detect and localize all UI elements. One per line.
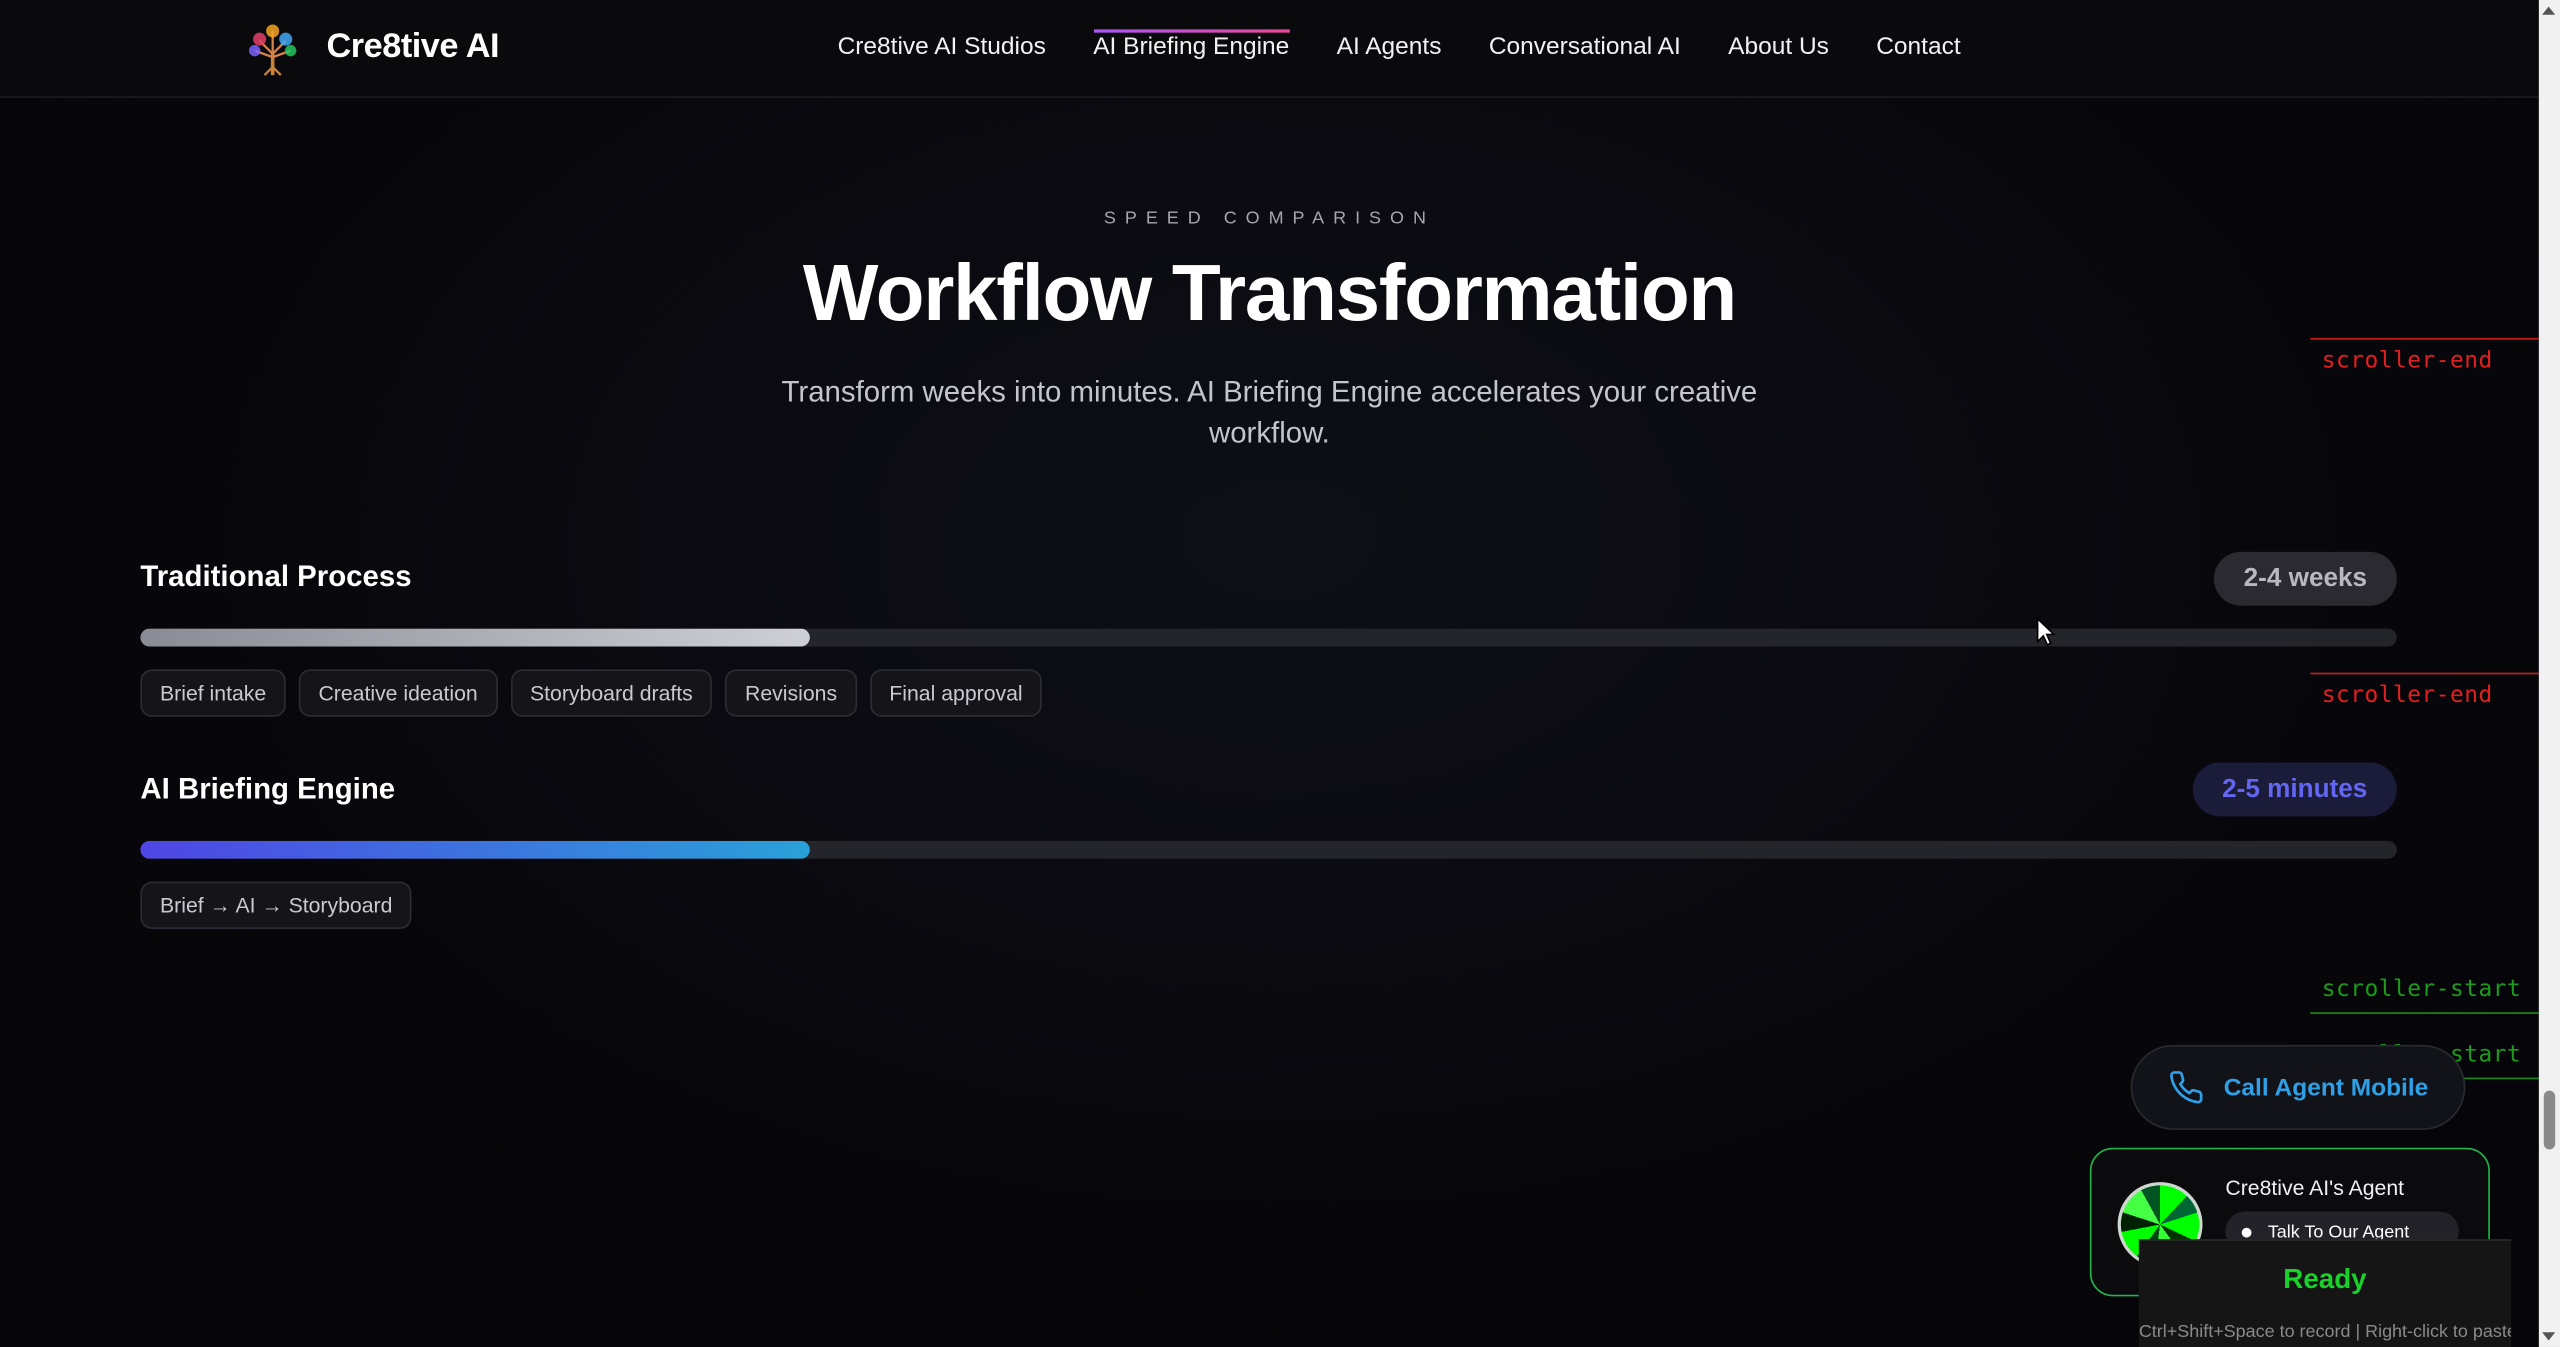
section-title: Workflow Transformation (802, 249, 1737, 338)
tree-logo-icon[interactable] (245, 21, 301, 77)
ai-progress-fill (140, 840, 811, 859)
phone-icon (2170, 1071, 2203, 1104)
mouse-cursor-icon (2036, 617, 2056, 647)
scroller-end-label: scroller-end (2321, 682, 2493, 709)
scroller-start-marker: scroller-start (2310, 976, 2539, 1014)
call-agent-label: Call Agent Mobile (2223, 1073, 2429, 1102)
page-root: Cre8tive AI Cre8tive AI Studios AI Brief… (0, 0, 2560, 1347)
ai-steps: Brief → AI → Storyboard (140, 881, 413, 930)
main-nav: Cre8tive AI Studios AI Briefing Engine A… (838, 29, 1961, 61)
step-chip: Brief → AI → Storyboard (140, 881, 413, 930)
scroll-up-arrow-icon[interactable] (2542, 6, 2556, 15)
ai-progress-track (140, 840, 2397, 859)
traditional-steps: Brief intake Creative ideation Storyboar… (140, 669, 1043, 717)
page-scrollbar[interactable] (2538, 0, 2560, 1347)
call-agent-mobile-button[interactable]: Call Agent Mobile (2130, 1044, 2466, 1130)
scroller-end-label: scroller-end (2321, 347, 2493, 374)
scroller-end-marker: scroller-end (2310, 337, 2539, 374)
scroller-start-label: scroller-start (2321, 976, 2522, 1003)
section-eyebrow: SPEED COMPARISON (1103, 208, 1435, 229)
traditional-progress-fill (140, 628, 811, 647)
ai-engine-title: AI Briefing Engine (140, 772, 396, 805)
mic-icon (2241, 1227, 2252, 1238)
section-subtitle: Transform weeks into minutes. AI Briefin… (781, 375, 1758, 449)
traditional-title: Traditional Process (140, 560, 412, 593)
step-chip: Creative ideation (298, 669, 498, 717)
recorder-status-panel[interactable]: Ready Ctrl+Shift+Space to record | Right… (2138, 1239, 2512, 1347)
nav-item-conversational-ai[interactable]: Conversational AI (1489, 33, 1681, 61)
traditional-duration-badge: 2-4 weeks (2213, 551, 2397, 606)
traditional-progress-track (140, 628, 2397, 647)
agent-name: Cre8tive AI's Agent (2225, 1175, 2405, 1201)
scroll-down-arrow-icon[interactable] (2542, 1332, 2556, 1341)
nav-item-briefing-engine[interactable]: AI Briefing Engine (1093, 29, 1290, 60)
top-navbar: Cre8tive AI Cre8tive AI Studios AI Brief… (0, 0, 2539, 98)
step-chip: Storyboard drafts (510, 669, 713, 717)
step-chip: Brief intake (140, 669, 286, 717)
scrollbar-thumb[interactable] (2543, 1090, 2556, 1150)
step-chip: Revisions (725, 669, 857, 717)
nav-item-about-us[interactable]: About Us (1728, 33, 1829, 61)
scroller-end-marker: scroller-end (2310, 672, 2539, 709)
ai-duration-badge: 2-5 minutes (2192, 762, 2397, 817)
nav-item-agents[interactable]: AI Agents (1337, 33, 1442, 61)
nav-item-contact[interactable]: Contact (1876, 33, 1960, 61)
ready-status: Ready (2283, 1263, 2367, 1295)
nav-item-studios[interactable]: Cre8tive AI Studios (838, 33, 1046, 61)
recorder-hint: Ctrl+Shift+Space to record | Right-click… (2138, 1322, 2512, 1343)
brand-name[interactable]: Cre8tive AI (327, 28, 500, 67)
step-chip: Final approval (869, 669, 1043, 717)
